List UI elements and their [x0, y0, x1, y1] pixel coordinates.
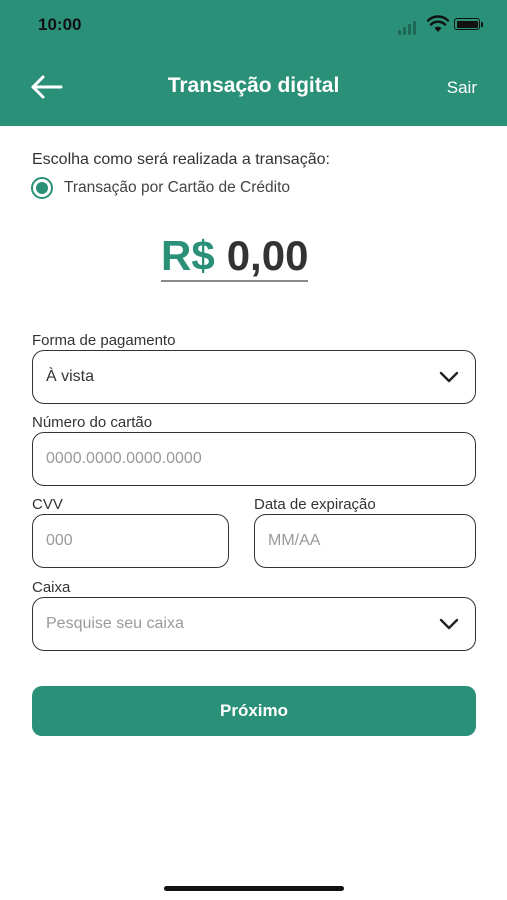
- amount-display: R$ 0,00: [161, 232, 309, 282]
- payment-method-select[interactable]: À vista: [32, 350, 476, 404]
- status-time: 10:00: [38, 15, 82, 34]
- signal-bar: [413, 21, 416, 35]
- transaction-prompt: Escolha como será realizada a transação:: [32, 151, 330, 168]
- credit-card-option-label: Transação por Cartão de Crédito: [64, 179, 291, 196]
- currency-symbol: R$: [161, 232, 215, 279]
- status-icons: [398, 15, 488, 35]
- chevron-down-icon: [439, 371, 459, 383]
- signal-bar: [408, 24, 411, 35]
- next-button[interactable]: Próximo: [32, 686, 476, 736]
- cvv-label: CVV: [32, 496, 63, 513]
- cashier-label: Caixa: [32, 579, 71, 596]
- battery-tip: [481, 22, 483, 27]
- credit-card-option[interactable]: Transação por Cartão de Crédito: [31, 176, 290, 200]
- logout-button[interactable]: Sair: [447, 78, 477, 98]
- chevron-down-icon: [439, 618, 459, 630]
- expiry-field: [254, 514, 476, 568]
- signal-bar: [403, 27, 406, 35]
- expiry-input[interactable]: [268, 515, 428, 567]
- amount-value: 0,00: [226, 232, 309, 279]
- signal-icon: [398, 30, 401, 35]
- card-number-label: Número do cartão: [32, 414, 153, 431]
- radio-selected-icon[interactable]: [31, 177, 53, 199]
- cvv-input[interactable]: [46, 515, 181, 567]
- page-title: Transação digital: [167, 74, 340, 97]
- app-header: 10:00 Transação digital Sair: [0, 0, 507, 126]
- card-number-input[interactable]: [46, 433, 428, 485]
- wifi-icon: [427, 15, 449, 32]
- home-indicator: [164, 886, 344, 891]
- battery-icon: [454, 18, 480, 30]
- expiry-label: Data de expiração: [254, 496, 376, 513]
- cashier-select[interactable]: [32, 597, 476, 651]
- payment-method-label: Forma de pagamento: [32, 332, 176, 349]
- card-number-field: [32, 432, 476, 486]
- payment-method-value: À vista: [46, 368, 95, 385]
- cvv-field: [32, 514, 229, 568]
- cashier-search-input[interactable]: [46, 598, 428, 650]
